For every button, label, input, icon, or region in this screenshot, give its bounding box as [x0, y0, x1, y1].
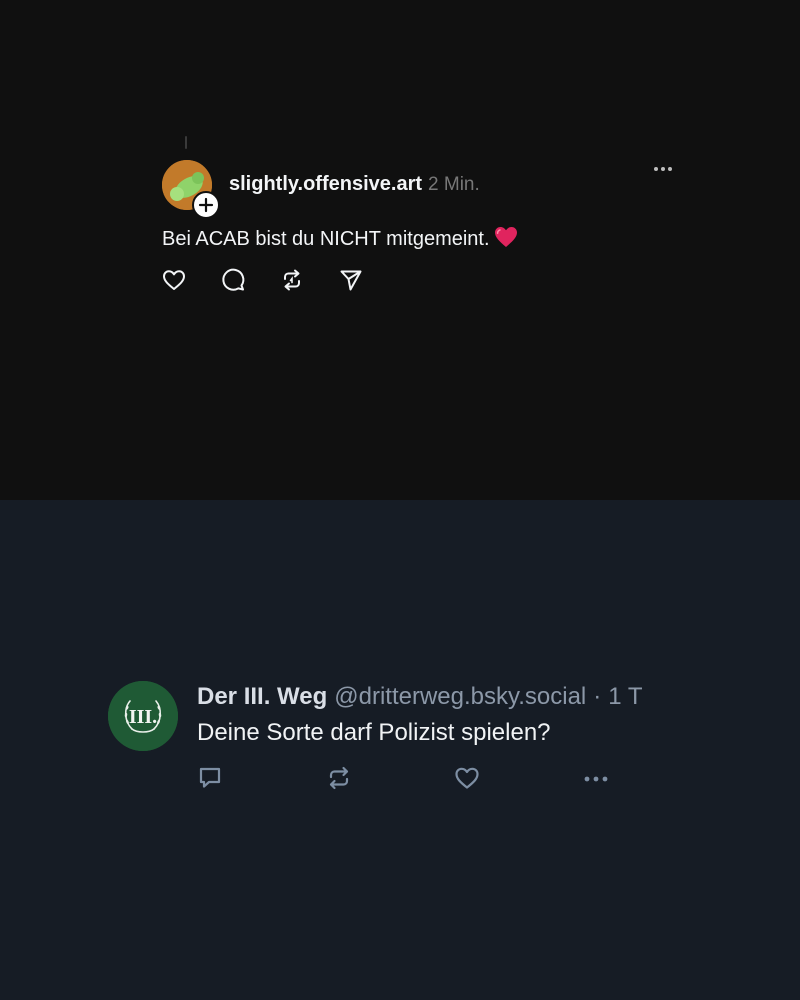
comment-bubble-icon	[199, 767, 221, 788]
post-header: Der III. Weg @dritterweg.bsky.social · 1…	[197, 683, 643, 711]
plus-icon	[198, 197, 214, 213]
heart-outline-icon	[163, 270, 185, 290]
follow-plus-button[interactable]	[192, 191, 220, 219]
reply-button[interactable]	[196, 764, 224, 792]
heart-outline-icon	[455, 767, 479, 789]
threads-panel: slightly.offensive.art 2 Min. Bei ACAB b…	[0, 0, 800, 500]
repost-button[interactable]	[325, 764, 353, 792]
comment-bubble-icon	[222, 268, 245, 291]
like-button[interactable]	[161, 267, 187, 293]
post-text: Bei ACAB bist du NICHT mitgemeint.	[162, 226, 518, 254]
more-options-button[interactable]	[582, 764, 610, 792]
thread-connector-line	[185, 136, 187, 149]
separator-dot: ·	[593, 683, 602, 710]
send-icon	[340, 270, 362, 291]
more-options-button[interactable]	[650, 160, 676, 178]
repost-icon	[284, 269, 300, 291]
repost-button[interactable]	[279, 267, 305, 293]
like-button[interactable]	[453, 764, 481, 792]
display-name-link[interactable]: Der III. Weg	[197, 683, 327, 711]
share-button[interactable]	[338, 267, 364, 293]
svg-text:III.: III.	[129, 706, 157, 728]
post-text-content: Bei ACAB bist du NICHT mitgemeint.	[162, 228, 490, 250]
post-header: slightly.offensive.art 2 Min.	[229, 173, 480, 197]
avatar[interactable]: III.	[108, 681, 178, 751]
post-timestamp: 2 Min.	[428, 174, 480, 195]
handle-link[interactable]: @dritterweg.bsky.social	[334, 683, 586, 711]
reply-button[interactable]	[220, 267, 246, 293]
heart-emoji-icon	[494, 226, 518, 254]
post-timestamp: 1 T	[608, 683, 643, 710]
post-text: Deine Sorte darf Polizist spielen?	[197, 719, 551, 746]
laurel-logo-icon: III.	[108, 681, 178, 751]
more-icon	[584, 776, 608, 782]
repost-icon	[329, 766, 349, 790]
username-link[interactable]: slightly.offensive.art	[229, 173, 422, 196]
more-icon	[654, 167, 672, 171]
